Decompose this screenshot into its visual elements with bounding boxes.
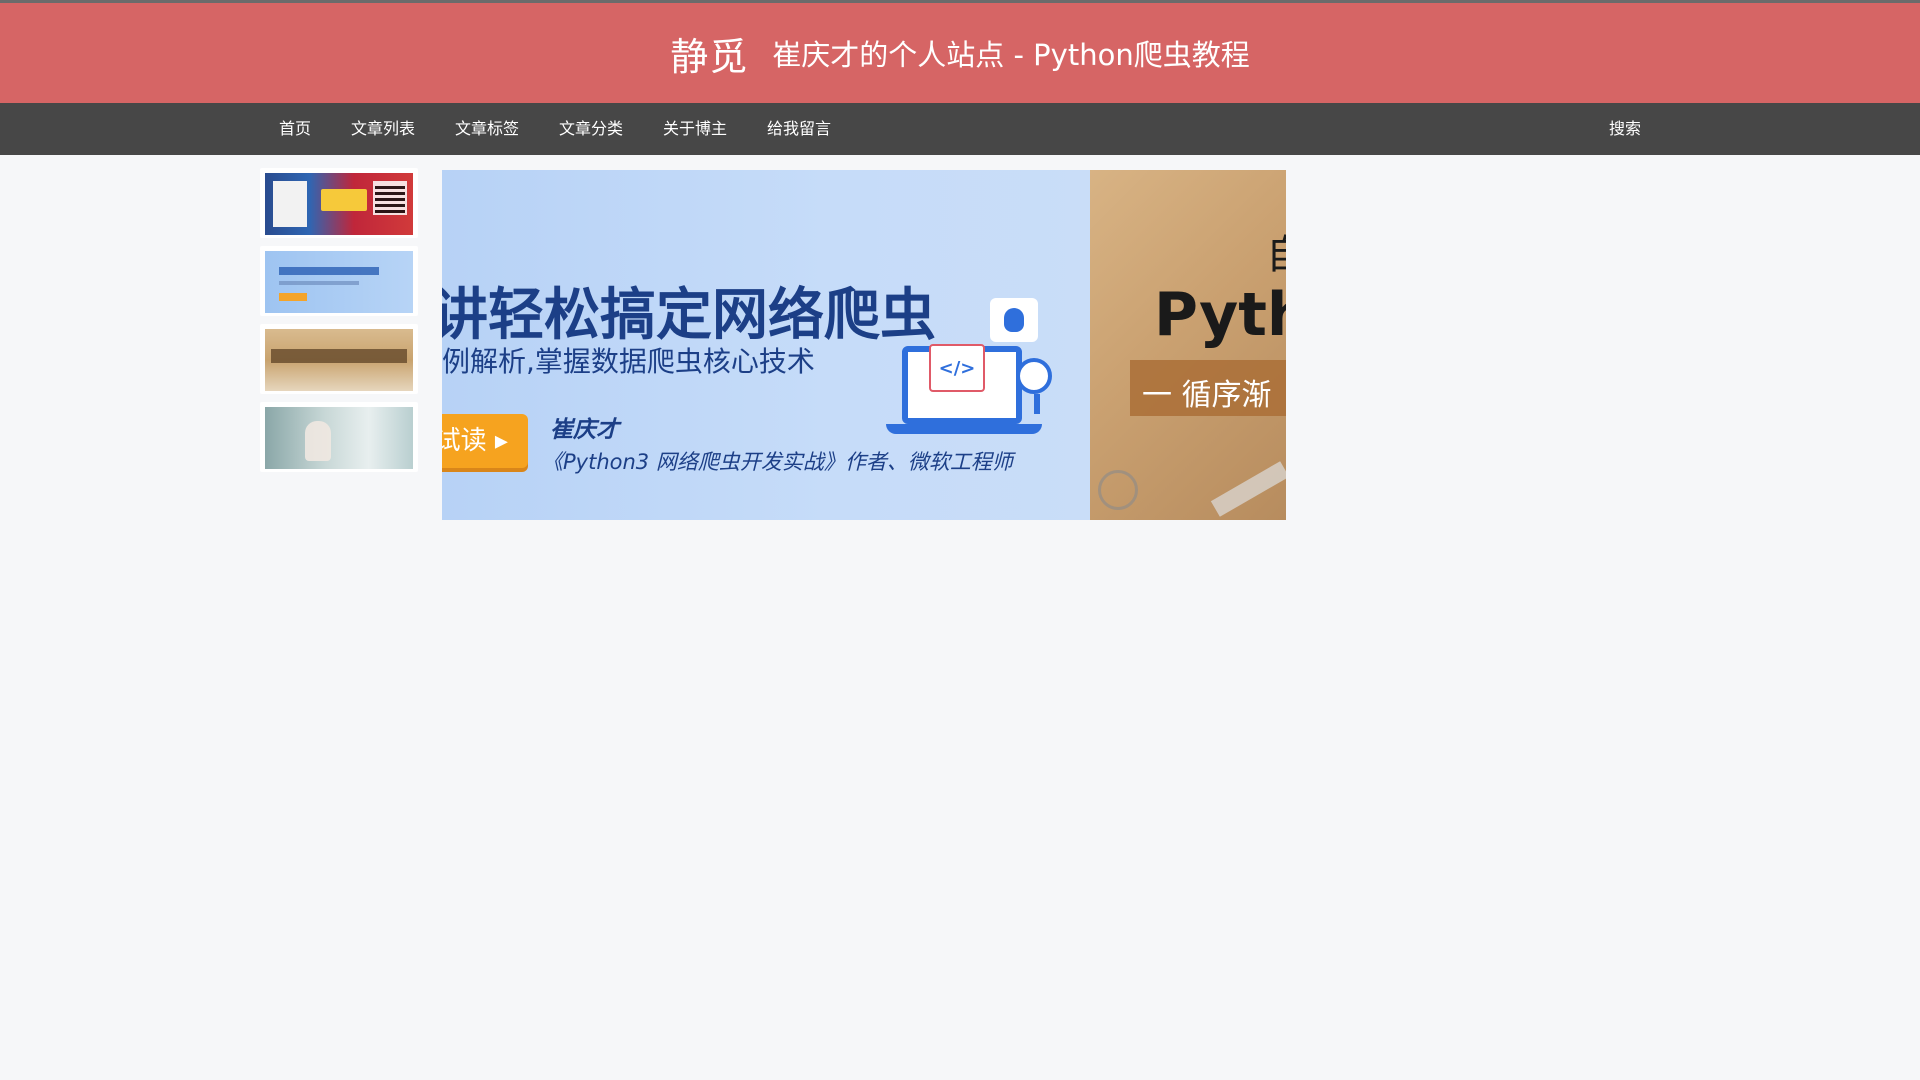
thumbnail-2[interactable] bbox=[260, 246, 418, 316]
tag-graphic bbox=[321, 189, 367, 211]
site-subtitle: 崔庆才的个人站点 - Python爬虫教程 bbox=[772, 38, 1250, 72]
figure-graphic bbox=[305, 421, 331, 461]
book-cover-graphic bbox=[273, 181, 307, 227]
nav-item-guestbook[interactable]: 给我留言 bbox=[767, 103, 831, 155]
read-button[interactable]: 试读 ▸ bbox=[442, 414, 528, 468]
nav-item-home[interactable]: 首页 bbox=[279, 103, 311, 155]
code-window-icon: </> bbox=[929, 344, 985, 392]
bug-icon bbox=[990, 298, 1038, 342]
thumbnail-image bbox=[265, 407, 413, 469]
site-title[interactable]: 静觅 崔庆才的个人站点 - Python爬虫教程 bbox=[0, 3, 1920, 103]
thumb-text-line bbox=[279, 267, 379, 275]
thumbnail-image bbox=[265, 251, 413, 313]
site-name[interactable]: 静觅 bbox=[670, 26, 748, 81]
thumbnail-3[interactable] bbox=[260, 324, 418, 394]
thumb-button-graphic bbox=[279, 293, 307, 301]
banner-next-top: 自 bbox=[1266, 222, 1286, 280]
banner-author-desc: 《Python3 网络爬虫开发实战》作者、微软工程师 bbox=[542, 450, 1013, 474]
thumbnail-image bbox=[265, 173, 413, 235]
scissors-graphic bbox=[1098, 470, 1138, 510]
laptop-base-icon bbox=[886, 424, 1042, 434]
nav-search[interactable]: 搜索 bbox=[1609, 103, 1641, 155]
thumbnail-4[interactable] bbox=[260, 402, 418, 472]
thumb-text-line bbox=[279, 281, 359, 285]
main-nav: 首页 文章列表 文章标签 文章分类 关于博主 给我留言 搜索 bbox=[0, 103, 1920, 155]
banner-slide-current: 讲轻松搞定网络爬虫 例解析,掌握数据爬虫核心技术 试读 ▸ 崔庆才 《Pytho… bbox=[442, 170, 1090, 520]
banner-subtitle: 例解析,掌握数据爬虫核心技术 bbox=[442, 345, 815, 378]
banner-next-band-text: 一 循序渐 bbox=[1142, 378, 1272, 413]
nav-item-tags[interactable]: 文章标签 bbox=[455, 103, 519, 155]
thumb-title-bar bbox=[271, 349, 407, 363]
qr-code-graphic bbox=[373, 181, 407, 215]
main-banner[interactable]: 讲轻松搞定网络爬虫 例解析,掌握数据爬虫核心技术 试读 ▸ 崔庆才 《Pytho… bbox=[442, 170, 1286, 520]
banner-slide-next: 自 Pyth 一 循序渐 bbox=[1090, 170, 1286, 520]
nav-item-about[interactable]: 关于博主 bbox=[663, 103, 727, 155]
banner-title: 讲轻松搞定网络爬虫 bbox=[442, 283, 936, 348]
nav-item-articles[interactable]: 文章列表 bbox=[351, 103, 415, 155]
ruler-graphic bbox=[1210, 461, 1286, 517]
banner-author: 崔庆才 bbox=[550, 417, 619, 443]
thumbnail-image bbox=[265, 329, 413, 391]
nav-item-categories[interactable]: 文章分类 bbox=[559, 103, 623, 155]
magnifier-icon bbox=[1016, 358, 1052, 414]
thumbnail-1[interactable] bbox=[260, 168, 418, 238]
site-header: 静觅 崔庆才的个人站点 - Python爬虫教程 bbox=[0, 3, 1920, 103]
banner-next-title: Pyth bbox=[1154, 280, 1286, 350]
